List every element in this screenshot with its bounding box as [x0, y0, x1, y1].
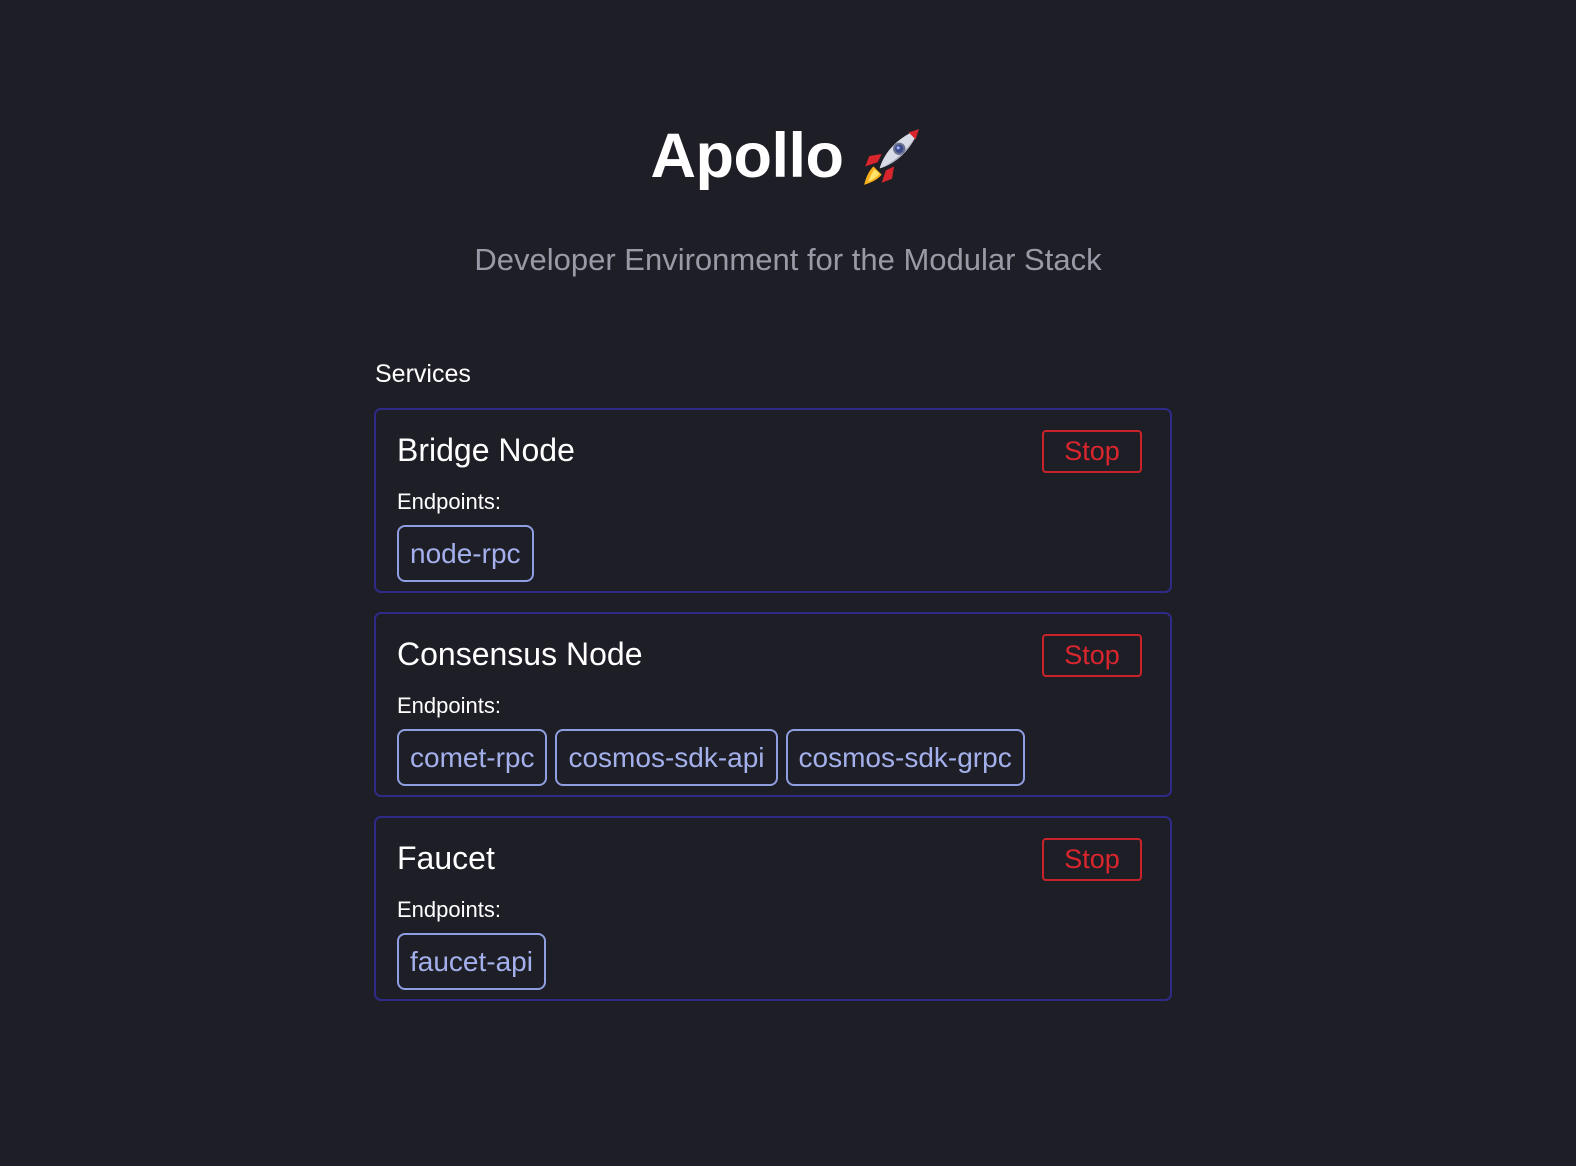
endpoint-list: faucet-api	[397, 933, 546, 990]
endpoints-label: Endpoints:	[397, 897, 501, 922]
header: Apollo	[0, 118, 1576, 194]
stop-button[interactable]: Stop	[1042, 430, 1142, 473]
service-card-consensus-node: Consensus Node Stop Endpoints: comet-rpc…	[374, 612, 1172, 797]
stop-button[interactable]: Stop	[1042, 838, 1142, 881]
service-name: Bridge Node	[397, 432, 575, 468]
endpoint-list: comet-rpc cosmos-sdk-api cosmos-sdk-grpc	[397, 729, 1025, 786]
service-card-bridge-node: Bridge Node Stop Endpoints: node-rpc	[374, 408, 1172, 593]
app-title: Apollo	[651, 118, 926, 194]
service-name: Faucet	[397, 840, 495, 876]
service-card-faucet: Faucet Stop Endpoints: faucet-api	[374, 816, 1172, 1001]
page: Apollo Developer Environment for the Mod	[0, 0, 1576, 1166]
rocket-icon	[864, 129, 920, 185]
app-title-text: Apollo	[650, 121, 844, 191]
endpoint-chip[interactable]: faucet-api	[397, 933, 546, 990]
endpoint-list: node-rpc	[397, 525, 534, 582]
stop-button[interactable]: Stop	[1042, 634, 1142, 677]
endpoint-chip[interactable]: cosmos-sdk-grpc	[785, 729, 1025, 786]
endpoint-chip[interactable]: comet-rpc	[397, 729, 548, 786]
endpoints-label: Endpoints:	[397, 693, 501, 718]
endpoint-chip[interactable]: cosmos-sdk-api	[555, 729, 778, 786]
service-list: Bridge Node Stop Endpoints: node-rpc Con…	[374, 408, 1172, 1020]
services-heading: Services	[375, 360, 471, 388]
service-name: Consensus Node	[397, 636, 643, 672]
endpoint-chip[interactable]: node-rpc	[397, 525, 534, 582]
endpoints-label: Endpoints:	[397, 489, 501, 514]
app-subtitle: Developer Environment for the Modular St…	[474, 242, 1102, 277]
